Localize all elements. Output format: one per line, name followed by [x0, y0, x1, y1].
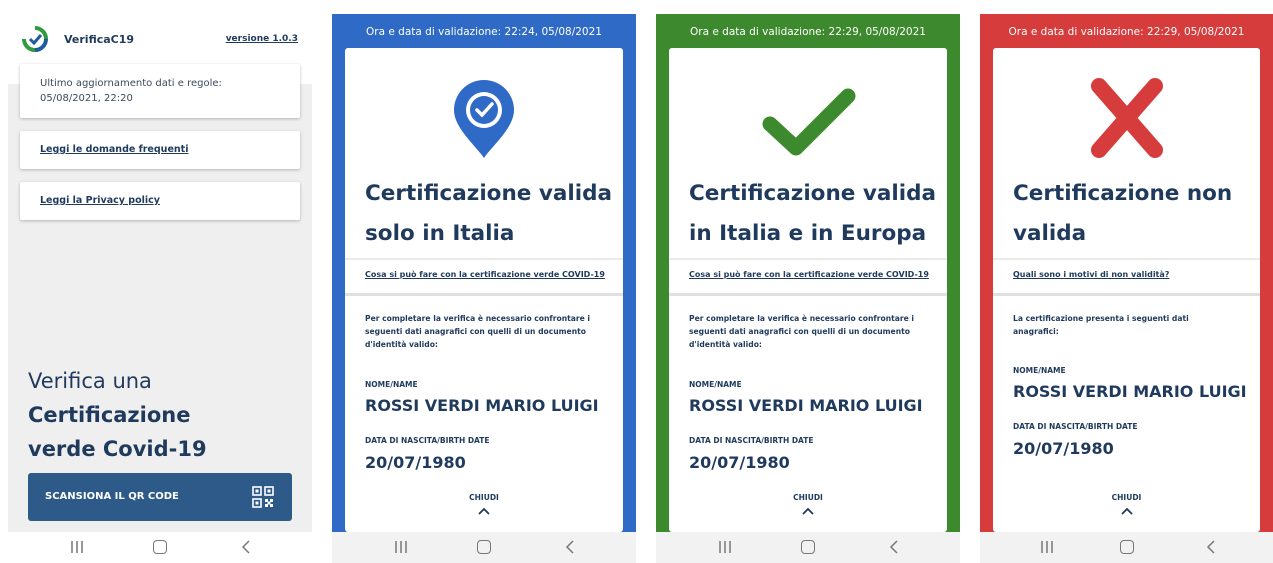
- home-screen: VerificaC19 versione 1.0.3 Ultimo aggior…: [8, 0, 312, 563]
- result-screen-valid-europe: Ora e data di validazione: 22:29, 05/08/…: [656, 14, 960, 563]
- name-value: ROSSI VERDI MARIO LUIGI: [1013, 382, 1247, 401]
- back-icon[interactable]: [565, 540, 575, 554]
- birth-date-label: DATA DI NASCITA/BIRTH DATE: [365, 436, 490, 445]
- checkmark-icon: [762, 88, 856, 156]
- cross-icon: [1090, 78, 1163, 158]
- app-header: VerificaC19 versione 1.0.3: [8, 18, 312, 62]
- last-update-value: 05/08/2021, 22:20: [40, 93, 133, 104]
- back-icon[interactable]: [1206, 540, 1216, 554]
- verificac19-logo-icon: [22, 26, 48, 52]
- birth-date-value: 20/07/1980: [689, 453, 790, 472]
- result-screen-not-valid: Ora e data di validazione: 22:29, 05/08/…: [980, 14, 1273, 563]
- result-title: Certificazione valida solo in Italia: [365, 174, 613, 254]
- result-card: Certificazione non valida Quali sono i m…: [993, 48, 1260, 532]
- invalidity-reasons-link[interactable]: Quali sono i motivi di non validità?: [1013, 270, 1169, 279]
- recent-apps-icon[interactable]: [1040, 541, 1054, 553]
- divider: [669, 293, 947, 296]
- close-button[interactable]: CHIUDI: [993, 493, 1260, 502]
- verified-pin-icon: [454, 80, 514, 158]
- validation-datetime: Ora e data di validazione: 22:29, 05/08/…: [1008, 26, 1245, 38]
- divider: [345, 293, 623, 296]
- result-title-line1: Certificazione valida: [689, 181, 936, 206]
- android-nav-bar: [8, 532, 312, 563]
- result-title-line2: solo in Italia: [365, 221, 515, 246]
- qr-code-icon: [252, 486, 274, 508]
- name-label: NOME/NAME: [689, 380, 742, 389]
- divider: [993, 258, 1260, 260]
- verify-title-line3: verde Covid-19: [28, 437, 207, 461]
- home-nav-icon[interactable]: [801, 540, 815, 554]
- validation-datetime: Ora e data di validazione: 22:29, 05/08/…: [690, 26, 926, 38]
- app-name: VerificaC19: [64, 33, 135, 46]
- android-nav-bar: [656, 532, 960, 563]
- close-button[interactable]: CHIUDI: [345, 493, 623, 502]
- scan-qr-button[interactable]: SCANSIONA IL QR CODE: [28, 473, 292, 521]
- result-card: Certificazione valida solo in Italia Cos…: [345, 48, 623, 532]
- result-title: Certificazione non valida: [1013, 174, 1250, 254]
- result-title-line2: in Italia e in Europa: [689, 221, 927, 246]
- home-nav-icon[interactable]: [477, 540, 491, 554]
- last-update-card: Ultimo aggiornamento dati e regole: 05/0…: [20, 64, 300, 118]
- chevron-up-icon[interactable]: [477, 506, 491, 516]
- result-card: Certificazione valida in Italia e in Eur…: [669, 48, 947, 532]
- divider: [669, 258, 947, 260]
- faq-link[interactable]: Leggi le domande frequenti: [20, 131, 300, 169]
- validation-datetime: Ora e data di validazione: 22:24, 05/08/…: [366, 26, 602, 38]
- android-nav-bar: [980, 532, 1273, 563]
- close-button[interactable]: CHIUDI: [669, 493, 947, 502]
- home-nav-icon[interactable]: [153, 540, 167, 554]
- last-update-label: Ultimo aggiornamento dati e regole:: [40, 78, 222, 89]
- name-value: ROSSI VERDI MARIO LUIGI: [689, 396, 923, 415]
- recent-apps-icon[interactable]: [70, 541, 84, 553]
- divider: [345, 258, 623, 260]
- privacy-policy-link[interactable]: Leggi la Privacy policy: [20, 182, 300, 220]
- android-nav-bar: [332, 532, 636, 563]
- version-link[interactable]: versione 1.0.3: [226, 34, 298, 44]
- name-value: ROSSI VERDI MARIO LUIGI: [365, 396, 599, 415]
- birth-date-label: DATA DI NASCITA/BIRTH DATE: [1013, 422, 1138, 431]
- birth-date-value: 20/07/1980: [365, 453, 466, 472]
- verification-instructions: Per completare la verifica è necessario …: [689, 314, 915, 349]
- verify-title-line1: Verifica una: [28, 369, 152, 393]
- birth-date-label: DATA DI NASCITA/BIRTH DATE: [689, 436, 814, 445]
- back-icon[interactable]: [241, 540, 251, 554]
- home-nav-icon[interactable]: [1120, 540, 1134, 554]
- verify-title-line2: Certificazione: [28, 403, 191, 427]
- chevron-up-icon[interactable]: [801, 506, 815, 516]
- certificate-info-link[interactable]: Cosa si può fare con la certificazione v…: [365, 270, 605, 279]
- result-title-line2: valida: [1013, 221, 1087, 246]
- verify-title: Verifica una Certificazione verde Covid-…: [28, 364, 207, 466]
- recent-apps-icon[interactable]: [718, 541, 732, 553]
- result-title-line1: Certificazione valida: [365, 181, 612, 206]
- scan-qr-label: SCANSIONA IL QR CODE: [45, 491, 179, 502]
- chevron-up-icon[interactable]: [1120, 506, 1134, 516]
- result-screen-valid-italy: Ora e data di validazione: 22:24, 05/08/…: [332, 14, 636, 563]
- back-icon[interactable]: [889, 540, 899, 554]
- divider: [993, 293, 1260, 296]
- result-title-line1: Certificazione non: [1013, 181, 1233, 206]
- result-title: Certificazione valida in Italia e in Eur…: [689, 174, 937, 254]
- name-label: NOME/NAME: [365, 380, 418, 389]
- birth-date-value: 20/07/1980: [1013, 439, 1114, 458]
- verification-instructions: La certificazione presenta i seguenti da…: [1013, 314, 1189, 336]
- name-label: NOME/NAME: [1013, 366, 1066, 375]
- recent-apps-icon[interactable]: [394, 541, 408, 553]
- verification-instructions: Per completare la verifica è necessario …: [365, 314, 591, 349]
- certificate-info-link[interactable]: Cosa si può fare con la certificazione v…: [689, 270, 929, 279]
